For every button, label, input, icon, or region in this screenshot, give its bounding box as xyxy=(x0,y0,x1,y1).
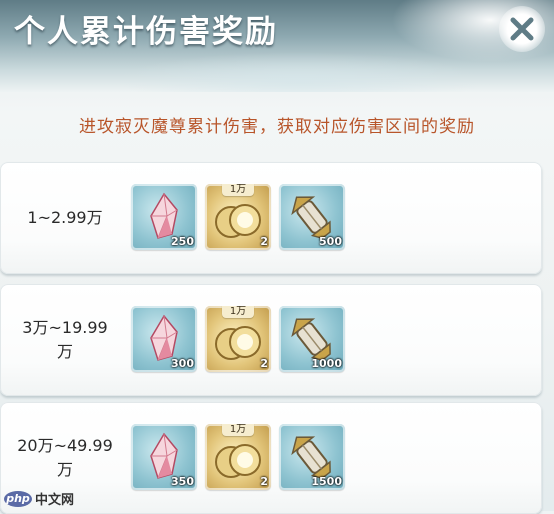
panel-header: 个人累计伤害奖励 xyxy=(0,0,554,92)
item-tag: 1万 xyxy=(222,424,254,436)
item-quantity: 1500 xyxy=(311,475,342,488)
watermark: php 中文网 xyxy=(4,489,74,508)
reward-item-lantern[interactable]: 1000 xyxy=(279,306,345,372)
reward-row: 1~2.99万 250 1万 2 500 xyxy=(0,162,542,274)
item-quantity: 2 xyxy=(260,475,268,488)
item-quantity: 500 xyxy=(319,235,342,248)
item-quantity: 1000 xyxy=(311,357,342,370)
reward-item-crystal[interactable]: 250 xyxy=(131,184,197,250)
watermark-logo: php xyxy=(4,490,32,507)
item-quantity: 2 xyxy=(260,235,268,248)
reward-item-coin[interactable]: 1万 2 xyxy=(205,306,271,372)
item-quantity: 350 xyxy=(171,475,194,488)
item-tag: 1万 xyxy=(222,184,254,196)
reward-item-crystal[interactable]: 350 xyxy=(131,424,197,490)
close-button[interactable] xyxy=(499,6,545,52)
item-quantity: 300 xyxy=(171,357,194,370)
close-icon xyxy=(510,17,534,41)
item-quantity: 2 xyxy=(260,357,268,370)
damage-range-label: 3万~19.99万 xyxy=(22,318,108,361)
reward-row: 20万~49.99万 350 1万 2 1500 xyxy=(0,402,542,514)
watermark-text: 中文网 xyxy=(35,493,75,508)
reward-panel: 个人累计伤害奖励 进攻寂灭魔尊累计伤害，获取对应伤害区间的奖励 1~2.99万 … xyxy=(0,0,554,514)
damage-range-label: 1~2.99万 xyxy=(27,208,103,227)
reward-item-coin[interactable]: 1万 2 xyxy=(205,184,271,250)
reward-description: 进攻寂灭魔尊累计伤害，获取对应伤害区间的奖励 xyxy=(79,117,475,137)
reward-item-lantern[interactable]: 500 xyxy=(279,184,345,250)
reward-item-coin[interactable]: 1万 2 xyxy=(205,424,271,490)
item-tag: 1万 xyxy=(222,306,254,318)
panel-title: 个人累计伤害奖励 xyxy=(14,14,278,50)
item-quantity: 250 xyxy=(171,235,194,248)
reward-row: 3万~19.99万 300 1万 2 1000 xyxy=(0,284,542,396)
reward-item-crystal[interactable]: 300 xyxy=(131,306,197,372)
reward-item-lantern[interactable]: 1500 xyxy=(279,424,345,490)
